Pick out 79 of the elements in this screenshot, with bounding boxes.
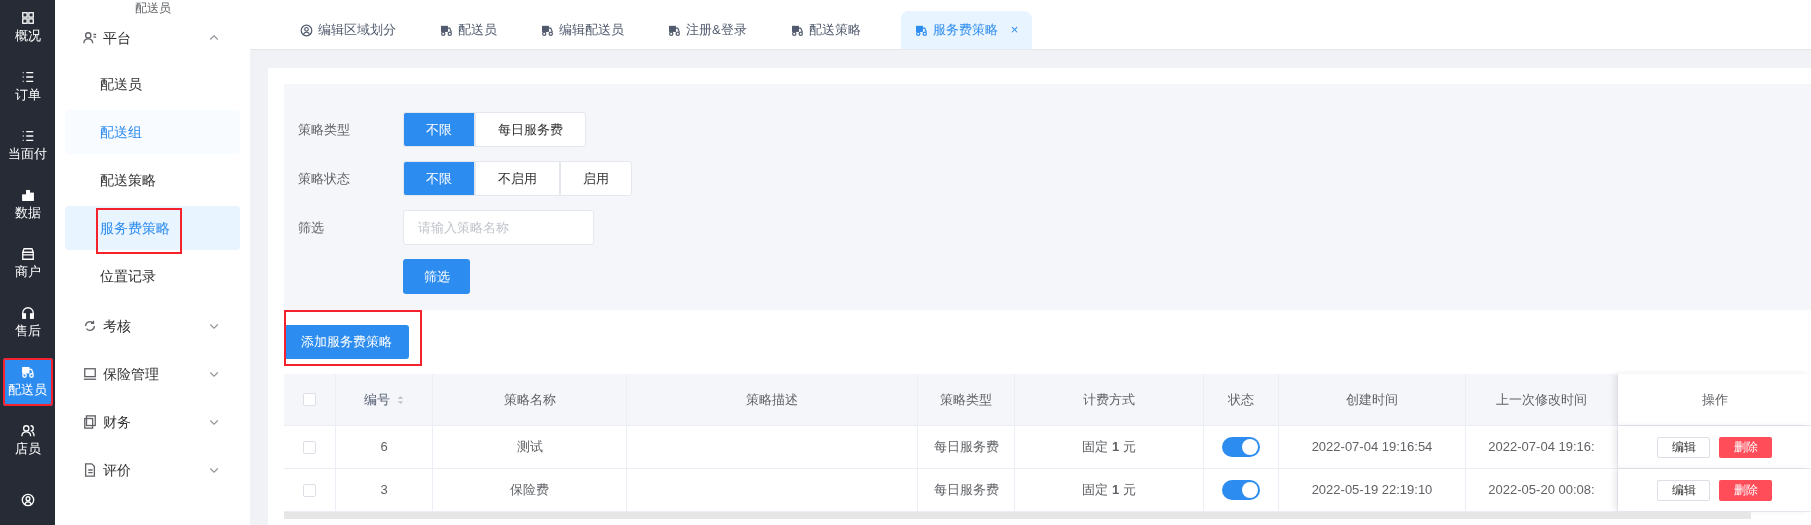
column-header: 上一次修改时间 [1496,390,1587,409]
document-icon [83,463,97,477]
scooter-icon [668,23,681,37]
table-cell-text: 保险费 [510,481,549,500]
column-header: 策略类型 [940,390,992,409]
table-cell-text: 每日服务费 [933,438,999,457]
checkbox[interactable] [303,483,316,497]
filter-label: 策略状态 [298,169,351,188]
scrollbar[interactable] [284,512,1751,519]
table-cell-text: 6 [380,438,388,457]
filter-option[interactable]: 不启用 [475,161,560,196]
nav-rail-item[interactable]: 概况 [2,4,53,52]
users-icon [20,424,35,438]
document-icon [83,415,97,429]
nav-rail-item[interactable]: 店员 [2,417,53,465]
checkbox[interactable] [303,440,316,454]
table-cell-text: 2022-07-04 19:16:54 [1311,438,1433,457]
tab[interactable]: 编辑配送员 [527,11,638,49]
scooter-icon [20,365,35,379]
table-cell-text: 固定 1 元 [1082,438,1136,457]
tab[interactable]: 配送策略 [776,11,875,49]
nav-rail-item[interactable]: 数据 [2,181,53,229]
user-list-icon [83,31,97,45]
edit-button[interactable]: 编辑 [1657,436,1710,458]
edit-button[interactable]: 编辑 [1657,479,1710,501]
column-header: 编号 [363,390,390,409]
column-header: 操作 [1701,390,1728,409]
grid-icon [20,11,35,25]
menu-group[interactable]: 平台 [65,14,240,62]
headphones-icon [20,306,35,320]
annotation-frame [2,358,53,406]
table-cell-text: 2022-07-04 19:16: [1488,438,1595,457]
tab[interactable]: 注册&登录 [654,11,761,49]
scooter-icon [440,23,453,37]
filter-label: 筛选 [298,218,325,237]
list-icon [20,129,35,143]
nav-rail-item[interactable]: 商户 [2,240,53,288]
table-cell-text: 2022-05-20 00:08: [1488,481,1595,500]
menu-group[interactable]: 考核 [65,302,240,350]
nav-rail-item[interactable]: 订单 [2,63,53,111]
checkbox[interactable] [303,393,316,406]
menu-group[interactable]: 评价 [65,446,240,494]
menu-item[interactable]: 位置记录 [65,254,240,298]
menu-header: 配送员 [133,0,172,14]
scooter-icon [541,23,554,37]
scooter-icon [790,23,804,37]
toggle-switch[interactable] [1222,437,1260,457]
refresh-icon [83,319,97,333]
table-cell-text: 测试 [516,438,543,457]
nav-rail-item[interactable]: 售后 [2,299,53,347]
menu-group[interactable]: 财务 [65,398,240,446]
user-circle-icon [300,23,313,37]
search-field[interactable]: 请输入策略名称 [403,210,594,245]
column-header: 计费方式 [1083,390,1135,409]
scooter-icon [914,23,928,37]
filter-option[interactable]: 启用 [560,161,632,196]
sort-icon [395,393,405,406]
toggle-switch[interactable] [1222,480,1260,500]
tab[interactable]: 编辑区域划分 [286,11,410,49]
column-header: 策略描述 [746,390,798,409]
filter-option[interactable]: 每日服务费 [475,112,586,147]
table-cell-text: 每日服务费 [933,481,999,500]
nav-rail-item[interactable]: 当面付 [2,122,53,170]
menu-item[interactable]: 配送员 [65,62,240,106]
table-cell-text: 2022-05-19 22:19:10 [1311,481,1433,500]
column-header: 创建时间 [1346,390,1398,409]
user-circle-icon [20,493,35,507]
list-icon [20,70,35,84]
table-cell-text: 固定 1 元 [1082,481,1136,500]
menu-group[interactable]: 保险管理 [65,350,240,398]
table-cell-text: 3 [380,481,388,500]
filter-label: 策略类型 [298,120,351,139]
laptop-icon [83,367,97,381]
column-header: 状态 [1228,390,1254,409]
column-header: 策略名称 [503,390,556,409]
store-icon [20,247,35,261]
menu-item[interactable]: 配送策略 [65,158,240,202]
bar-chart-icon [20,188,35,202]
tab[interactable]: 配送员 [426,11,511,49]
